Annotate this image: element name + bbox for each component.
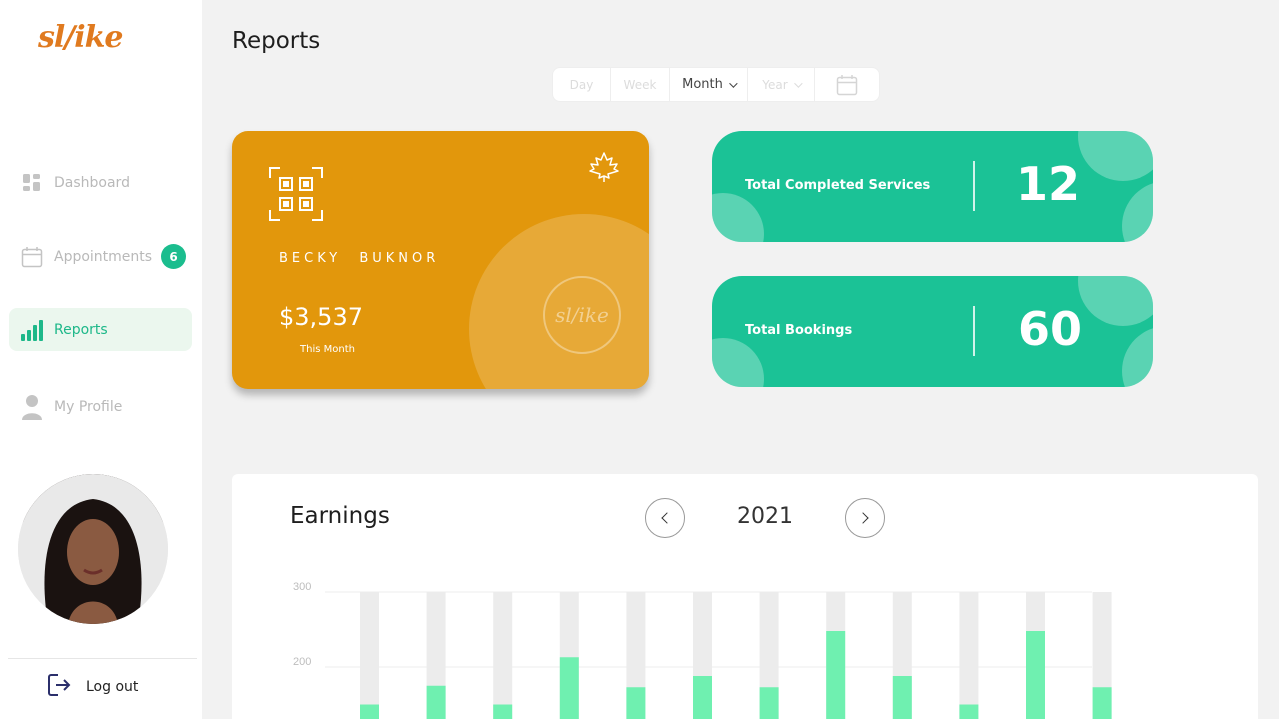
logout-icon xyxy=(46,672,72,702)
earnings-chart: 300 200 xyxy=(293,581,1112,719)
sidebar-item-label: Reports xyxy=(54,321,108,338)
sidebar-item-my-profile[interactable]: My Profile xyxy=(9,385,192,428)
chart-bar-track xyxy=(959,592,979,719)
period-month-label: Month xyxy=(682,77,723,92)
sidebar-item-label: My Profile xyxy=(54,398,123,415)
sidebar-divider xyxy=(8,658,197,659)
card-amount: $3,537 xyxy=(279,303,363,331)
period-year[interactable]: Year xyxy=(748,68,815,101)
stat-divider xyxy=(973,161,975,211)
logo[interactable]: sl/ike xyxy=(38,20,124,55)
card-holder-name: BECKY BUKNOR xyxy=(279,251,440,266)
avatar[interactable] xyxy=(18,474,168,624)
period-year-label: Year xyxy=(762,77,788,92)
logout-button[interactable]: Log out xyxy=(46,672,138,702)
chart-ytick-label: 200 xyxy=(293,656,311,668)
stat-decoration xyxy=(712,193,764,242)
sidebar-item-reports[interactable]: Reports xyxy=(9,308,192,351)
sidebar-item-label: Dashboard xyxy=(54,174,130,191)
calendar-icon xyxy=(20,245,44,269)
sidebar: sl/ike Dashboard Appointments 6 Reports … xyxy=(0,0,202,719)
chart-bar[interactable] xyxy=(426,685,446,719)
logout-label: Log out xyxy=(86,679,139,695)
appointments-badge: 6 xyxy=(161,244,186,269)
stat-total-bookings: Total Bookings 60 xyxy=(712,276,1153,387)
chart-bar[interactable] xyxy=(892,676,912,719)
stat-label: Total Completed Services xyxy=(745,178,931,193)
period-day[interactable]: Day xyxy=(553,68,611,101)
stat-value: 60 xyxy=(1018,302,1083,356)
card-logo-seal: sl/ike xyxy=(543,276,621,354)
period-month[interactable]: Month xyxy=(670,68,748,101)
stat-decoration xyxy=(712,338,764,387)
chart-bar[interactable] xyxy=(826,631,846,719)
maple-leaf-icon xyxy=(588,151,620,187)
chart-bar[interactable] xyxy=(1092,687,1112,719)
earnings-card: BECKY BUKNOR $3,537 This Month sl/ike xyxy=(232,131,649,389)
calendar-icon xyxy=(836,74,858,95)
sidebar-item-dashboard[interactable]: Dashboard xyxy=(9,161,192,204)
dashboard-icon xyxy=(20,171,44,195)
card-amount-label: This Month xyxy=(300,344,355,355)
stat-decoration xyxy=(1078,131,1153,181)
stat-completed-services: Total Completed Services 12 xyxy=(712,131,1153,242)
chart-bar-track xyxy=(493,592,513,719)
chart-bar[interactable] xyxy=(693,676,712,719)
sidebar-item-label: Appointments xyxy=(54,248,153,265)
previous-year-button[interactable] xyxy=(645,498,685,538)
page-title: Reports xyxy=(232,28,321,54)
chart-bar[interactable] xyxy=(493,704,513,719)
user-icon xyxy=(20,394,44,420)
period-selector: Day Week Month Year xyxy=(552,67,880,102)
chart-ytick-label: 300 xyxy=(293,581,311,593)
card-seal-text: sl/ike xyxy=(555,303,609,327)
earnings-title: Earnings xyxy=(290,503,390,529)
next-year-button[interactable] xyxy=(845,498,885,538)
chevron-right-icon xyxy=(857,512,869,524)
earnings-year: 2021 xyxy=(737,504,793,529)
chart-bar[interactable] xyxy=(626,687,646,719)
chart-bar[interactable] xyxy=(559,657,579,719)
stat-decoration xyxy=(1122,181,1153,242)
period-week[interactable]: Week xyxy=(611,68,670,101)
chart-bar[interactable] xyxy=(959,704,979,719)
bar-chart-icon xyxy=(20,318,44,342)
stat-decoration xyxy=(1078,276,1153,326)
chart-bar[interactable] xyxy=(759,687,779,719)
chart-bar-track xyxy=(360,592,379,719)
stat-value: 12 xyxy=(1016,157,1081,211)
chevron-left-icon xyxy=(661,512,673,524)
chevron-down-icon xyxy=(729,78,738,88)
stat-divider xyxy=(973,306,975,356)
chart-bar[interactable] xyxy=(1026,631,1045,719)
stat-decoration xyxy=(1122,326,1153,387)
earnings-panel: Earnings 2021 300 200 xyxy=(232,474,1258,719)
sidebar-item-appointments[interactable]: Appointments 6 xyxy=(9,235,192,278)
chart-bar[interactable] xyxy=(360,704,379,719)
chevron-down-icon xyxy=(793,78,803,88)
qr-code-icon[interactable] xyxy=(268,166,324,226)
stat-label: Total Bookings xyxy=(745,323,853,338)
date-picker-button[interactable] xyxy=(815,68,879,101)
